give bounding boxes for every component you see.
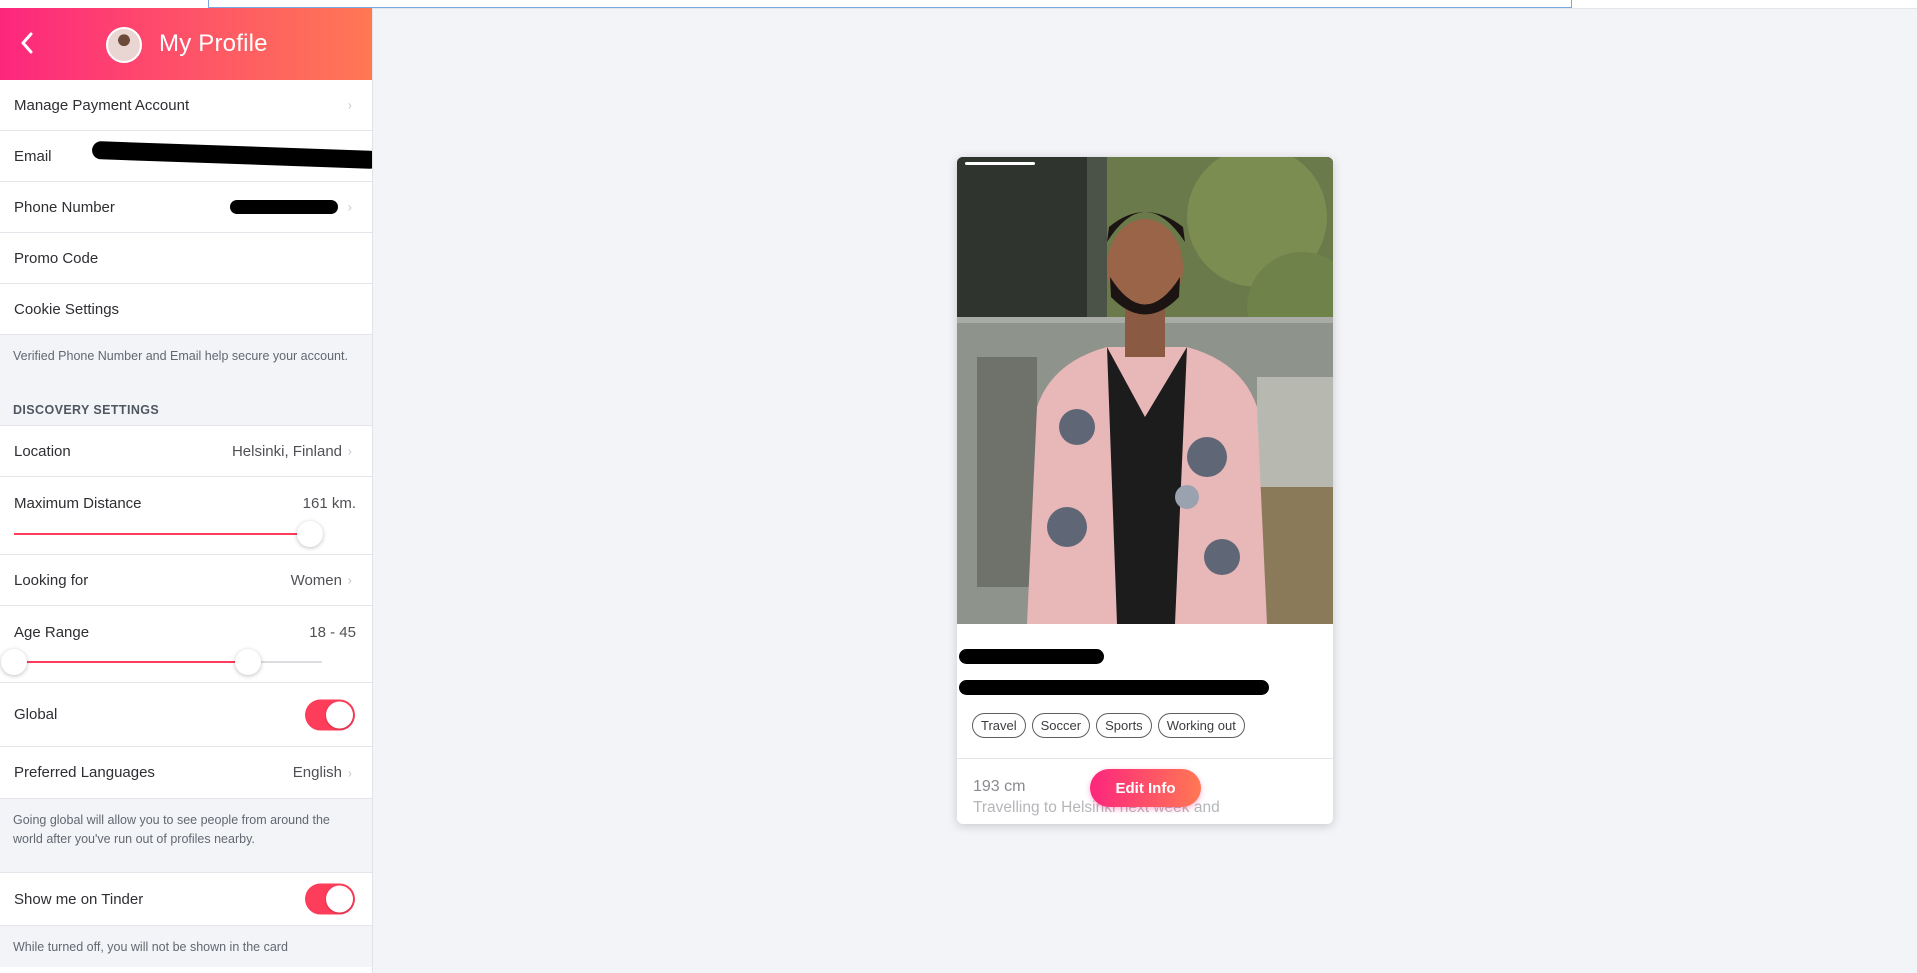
looking-for-value: Women (290, 571, 342, 589)
location-row[interactable]: Location Helsinki, Finland › (0, 426, 372, 477)
divider (957, 758, 1333, 759)
location-value: Helsinki, Finland (231, 442, 342, 460)
distance-slider-fill (14, 533, 310, 535)
profile-photo[interactable] (957, 157, 1333, 624)
verify-note: Verified Phone Number and Email help sec… (0, 335, 372, 395)
redacted-location (959, 680, 1269, 695)
interest-tag: Sports (1096, 713, 1152, 738)
phone-row[interactable]: Phone Number › (0, 182, 372, 233)
max-distance-row: Maximum Distance 161 km. (0, 477, 372, 555)
profile-header: My Profile (0, 8, 372, 80)
page-title: My Profile (159, 30, 268, 57)
interest-tag: Travel (972, 713, 1026, 738)
age-slider-max-thumb[interactable] (235, 649, 262, 675)
chevron-right-icon: › (347, 97, 352, 113)
distance-slider-track[interactable] (14, 521, 323, 547)
global-toggle[interactable] (305, 699, 355, 730)
phone-label: Phone Number (14, 198, 115, 216)
cookie-settings-row[interactable]: Cookie Settings (0, 284, 372, 335)
manage-payment-row[interactable]: Manage Payment Account › (0, 80, 372, 131)
toggle-knob (326, 885, 353, 913)
redacted-phone (230, 200, 338, 214)
age-range-value: 18 - 45 (309, 624, 356, 641)
age-slider-fill (14, 661, 249, 663)
redacted-name (959, 649, 1104, 664)
email-row[interactable]: Email (0, 131, 372, 182)
edit-info-button[interactable]: Edit Info (1090, 769, 1201, 807)
interest-tag: Soccer (1031, 713, 1091, 738)
settings-sidebar: My Profile Manage Payment Account › Emai… (0, 8, 373, 973)
avatar[interactable] (106, 27, 142, 63)
global-row: Global (0, 683, 372, 747)
interest-tag: Working out (1157, 713, 1245, 738)
max-distance-label: Maximum Distance (14, 495, 142, 512)
cookie-settings-label: Cookie Settings (14, 300, 120, 318)
photo-progress-bar (965, 162, 1035, 165)
email-label: Email (14, 147, 52, 165)
looking-for-row[interactable]: Looking for Women › (0, 555, 372, 606)
manage-payment-label: Manage Payment Account (14, 96, 190, 114)
chevron-right-icon: › (347, 443, 352, 459)
promo-code-row[interactable]: Promo Code (0, 233, 372, 284)
age-range-row: Age Range 18 - 45 (0, 606, 372, 683)
height-text: 193 cm (973, 778, 1026, 795)
global-note: Going global will allow you to see peopl… (0, 799, 372, 872)
back-button[interactable] (12, 28, 42, 58)
profile-card: Travel Soccer Sports Working out 193 cm … (957, 157, 1333, 824)
global-label: Global (14, 706, 58, 723)
preferred-languages-label: Preferred Languages (14, 764, 155, 781)
redacted-email (91, 140, 372, 170)
age-range-label: Age Range (14, 624, 90, 641)
max-distance-value: 161 km. (302, 495, 356, 512)
chevron-left-icon (21, 32, 33, 54)
show-me-note: While turned off, you will not be shown … (0, 926, 372, 967)
chevron-right-icon: › (347, 765, 352, 780)
distance-slider-thumb[interactable] (296, 521, 323, 547)
profile-info: Travel Soccer Sports Working out 193 cm … (957, 624, 1333, 824)
show-me-row: Show me on Tinder (0, 872, 372, 926)
preferred-languages-row[interactable]: Preferred Languages English › (0, 747, 372, 799)
age-slider-track[interactable] (1, 649, 322, 675)
chevron-right-icon: › (347, 199, 352, 215)
location-label: Location (14, 442, 71, 460)
show-me-label: Show me on Tinder (14, 890, 144, 908)
profile-photo-image (957, 157, 1333, 624)
discovery-section-title: DISCOVERY SETTINGS (0, 395, 372, 426)
toggle-knob (326, 701, 353, 728)
age-slider-min-thumb[interactable] (1, 649, 27, 675)
address-bar[interactable] (208, 0, 1572, 8)
chevron-right-icon: › (347, 572, 352, 588)
looking-for-label: Looking for (14, 571, 89, 589)
promo-code-label: Promo Code (14, 249, 99, 267)
interest-tags: Travel Soccer Sports Working out (972, 713, 1245, 738)
preferred-languages-value: English (292, 764, 342, 781)
show-me-toggle[interactable] (305, 883, 355, 915)
